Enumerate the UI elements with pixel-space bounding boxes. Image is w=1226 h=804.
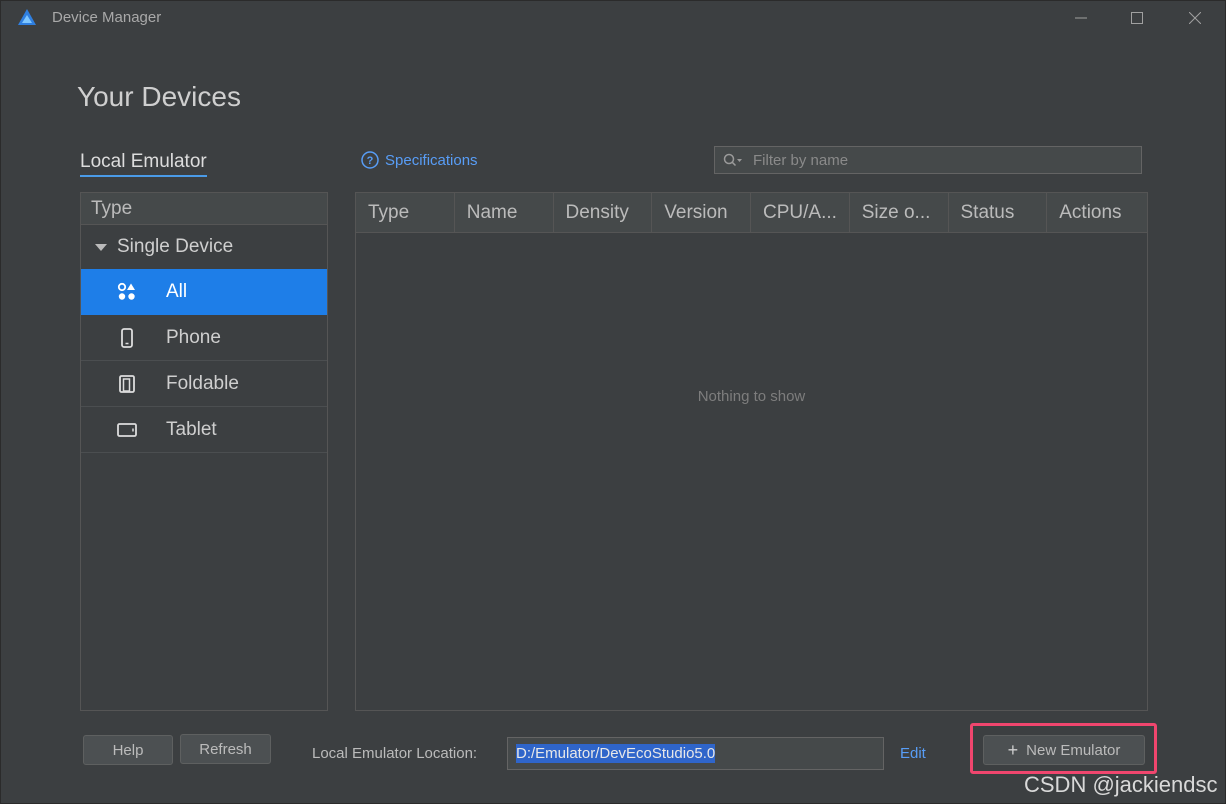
new-emulator-button[interactable]: + New Emulator [983,735,1145,765]
minimize-icon [1075,17,1087,19]
filter-box [714,146,1142,174]
specifications-label: Specifications [385,151,478,169]
help-circle-icon: ? [361,151,379,169]
window-title: Device Manager [52,9,162,26]
maximize-icon [1131,12,1143,24]
close-icon [1189,12,1201,24]
app-logo-icon [18,9,36,25]
type-item-label: Phone [166,326,221,348]
specifications-link[interactable]: ? Specifications [361,151,478,169]
type-item-label: Tablet [166,418,217,440]
minimize-button[interactable] [1061,5,1101,31]
page-title: Your Devices [77,81,241,112]
tab-local-emulator[interactable]: Local Emulator [80,151,207,177]
column-actions[interactable]: Actions [1047,193,1147,232]
new-emulator-label: New Emulator [1026,741,1121,759]
location-input[interactable]: D:/Emulator/DevEcoStudio5.0 [507,737,884,770]
watermark: CSDN @jackiendsc [1024,772,1218,797]
type-item-all[interactable]: All [81,269,327,315]
triangle-down-icon [95,243,107,251]
title-bar: Device Manager [1,1,1225,35]
column-size-on-disk[interactable]: Size o... [850,193,949,232]
empty-table-message: Nothing to show [697,388,806,405]
tablet-icon [117,420,137,440]
group-label: Single Device [117,236,234,257]
maximize-button[interactable] [1117,5,1157,31]
device-table: Type Name Density Version CPU/A... Size … [355,192,1148,711]
column-name[interactable]: Name [455,193,554,232]
svg-text:?: ? [367,155,374,167]
location-value: D:/Emulator/DevEcoStudio5.0 [516,744,716,763]
device-type-panel: Type Single Device All Phone Foldable Ta… [80,192,328,711]
type-item-foldable[interactable]: Foldable [81,361,327,407]
device-manager-window: Device Manager Your Devices Local Emulat… [0,0,1226,804]
type-header: Type [81,193,327,225]
refresh-button[interactable]: Refresh [180,734,271,764]
table-header: Type Name Density Version CPU/A... Size … [356,193,1147,233]
column-version[interactable]: Version [652,193,751,232]
foldable-icon [117,374,137,394]
type-item-label: All [166,281,188,302]
column-status[interactable]: Status [949,193,1048,232]
column-cpu-abi[interactable]: CPU/A... [751,193,850,232]
type-item-phone[interactable]: Phone [81,315,327,361]
type-item-tablet[interactable]: Tablet [81,407,327,453]
close-button[interactable] [1175,5,1215,31]
column-density[interactable]: Density [554,193,653,232]
plus-icon: + [1007,739,1019,760]
column-type[interactable]: Type [356,193,455,232]
phone-icon [117,327,137,348]
help-button[interactable]: Help [83,735,173,765]
filter-input[interactable] [751,150,1135,170]
type-item-label: Foldable [166,372,239,394]
all-devices-icon [117,282,137,302]
group-single-device[interactable]: Single Device [81,225,327,269]
location-label: Local Emulator Location: [312,745,478,762]
edit-location-link[interactable]: Edit [900,745,926,762]
search-icon [723,153,742,167]
